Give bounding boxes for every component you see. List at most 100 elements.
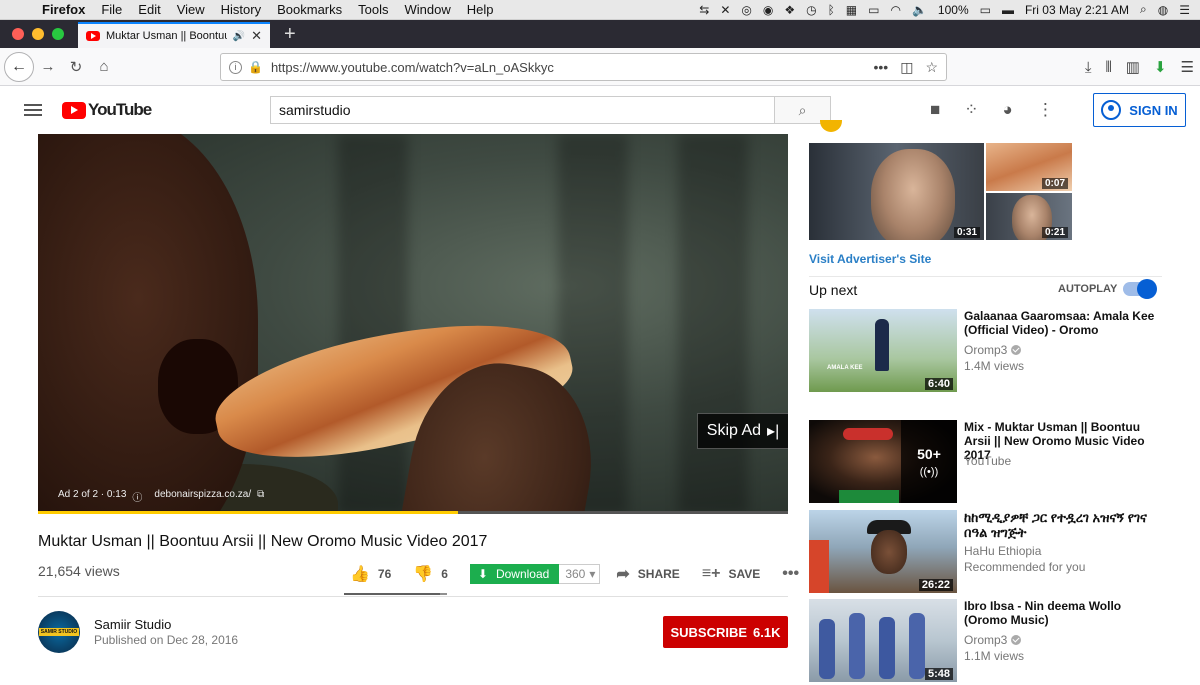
ad-url-link[interactable]: debonairspizza.co.za/ bbox=[154, 489, 251, 504]
messages-icon[interactable]: ◕ bbox=[1003, 100, 1013, 120]
menu-tools[interactable]: Tools bbox=[350, 2, 396, 17]
ad-info-icon[interactable]: ⓘ bbox=[132, 489, 142, 504]
mix-count: 50+ bbox=[917, 445, 941, 462]
siri-icon[interactable]: ◍ bbox=[1158, 3, 1168, 17]
like-button[interactable]: 👍 76 bbox=[350, 564, 391, 584]
ad-thumbnail-main[interactable]: 0:31 bbox=[809, 143, 984, 240]
youtube-logo[interactable]: YouTube bbox=[62, 100, 152, 120]
video-title[interactable]: ከከሚዲያዎቸ ጋር የተዷረገ አዝናኝ የገና በዓል ዝግጅት bbox=[964, 510, 1162, 540]
save-button[interactable]: ≡+ SAVE bbox=[702, 565, 760, 583]
menu-window[interactable]: Window bbox=[397, 2, 459, 17]
bookmark-star-icon[interactable]: ☆ bbox=[925, 59, 938, 76]
home-icon[interactable]: ⌂ bbox=[90, 58, 118, 75]
subscribe-label: SUBSCRIBE bbox=[670, 624, 748, 640]
video-title[interactable]: Galaanaa Gaaromsaa: Amala Kee (Official … bbox=[964, 309, 1162, 337]
video-channel: YouTube bbox=[964, 454, 1011, 468]
youtube-header: YouTube ⌕ ■ ⁘ ◕ ⋮ SIGN IN bbox=[0, 86, 1200, 134]
quality-select[interactable]: 360 ▾ bbox=[559, 564, 601, 584]
download-button[interactable]: ⬇ Download bbox=[469, 564, 560, 584]
notification-center-icon[interactable]: ☰ bbox=[1179, 3, 1190, 17]
toolbar-right: ⤓ ⫴ ▥ ⬇ ☰ bbox=[1085, 48, 1194, 86]
skip-next-icon: ▸| bbox=[767, 423, 780, 440]
menu-edit[interactable]: Edit bbox=[130, 2, 168, 17]
close-tab-button[interactable]: ✕ bbox=[251, 28, 262, 44]
time-machine-icon[interactable]: ◷ bbox=[806, 3, 816, 17]
ad-thumbnail-man[interactable]: 0:21 bbox=[986, 193, 1072, 240]
channel-name[interactable]: Samiir Studio bbox=[94, 617, 171, 632]
create-video-icon[interactable]: ■ bbox=[930, 100, 940, 120]
channel-avatar[interactable]: SAMIR STUDIO bbox=[38, 611, 80, 653]
menu-icon[interactable]: ☰ bbox=[1181, 58, 1194, 76]
menu-view[interactable]: View bbox=[169, 2, 213, 17]
search-input[interactable] bbox=[270, 96, 775, 124]
settings-more-icon[interactable]: ⋮ bbox=[1037, 100, 1054, 120]
like-ratio-bar bbox=[344, 593, 447, 595]
airdrop-icon[interactable]: ◉ bbox=[763, 3, 773, 17]
skip-ad-button[interactable]: Skip Ad ▸| bbox=[697, 413, 788, 449]
reload-icon[interactable]: ↻ bbox=[62, 58, 90, 76]
teamviewer-icon[interactable]: ⇆ bbox=[699, 3, 709, 17]
spotlight-search-icon[interactable]: ⌕ bbox=[1140, 2, 1147, 17]
list-item[interactable]: 5:48 Ibro Ibsa - Nin deema Wollo (Oromo … bbox=[809, 599, 1162, 685]
site-info-icon[interactable]: i bbox=[229, 60, 242, 74]
creative-cloud-icon[interactable]: ◎ bbox=[741, 3, 751, 17]
share-button[interactable]: ➦ SHARE bbox=[616, 564, 679, 584]
menu-bookmarks[interactable]: Bookmarks bbox=[269, 2, 350, 17]
apps-grid-icon[interactable]: ⁘ bbox=[964, 100, 978, 120]
tab-youtube-video[interactable]: Muktar Usman || Boontuu Arsii 🔊 ✕ bbox=[78, 22, 270, 48]
speaker-icon[interactable]: 🔊 bbox=[233, 31, 245, 42]
downloads-icon[interactable]: ⤓ bbox=[1085, 59, 1092, 76]
volume-icon[interactable]: 🔈 bbox=[912, 3, 927, 17]
video-thumbnail[interactable]: 5:48 bbox=[809, 599, 957, 682]
menu-file[interactable]: File bbox=[93, 2, 130, 17]
video-title: Muktar Usman || Boontuu Arsii || New Oro… bbox=[38, 533, 488, 550]
menu-history[interactable]: History bbox=[213, 2, 269, 17]
menu-app-firefox[interactable]: Firefox bbox=[34, 2, 93, 17]
visit-advertiser-link[interactable]: Visit Advertiser's Site bbox=[809, 252, 931, 266]
page-actions-icon[interactable]: ••• bbox=[873, 59, 888, 76]
menu-help[interactable]: Help bbox=[459, 2, 502, 17]
video-thumbnail[interactable]: 26:22 bbox=[809, 510, 957, 593]
bluetooth-icon[interactable]: ᛒ bbox=[828, 3, 835, 17]
video-title[interactable]: Ibro Ibsa - Nin deema Wollo (Oromo Music… bbox=[964, 599, 1162, 627]
guide-menu-icon[interactable] bbox=[24, 101, 42, 119]
pocket-icon[interactable]: ◫ bbox=[900, 59, 913, 76]
clock[interactable]: Fri 03 May 2:21 AM bbox=[1025, 3, 1129, 17]
flag-icon[interactable]: ▬ bbox=[1002, 3, 1014, 17]
wifi-icon[interactable]: ◠ bbox=[890, 3, 900, 17]
screen-icon[interactable]: ▭ bbox=[868, 3, 879, 17]
url-text[interactable]: https://www.youtube.com/watch?v=aLn_oASk… bbox=[271, 60, 874, 75]
list-item[interactable]: 26:22 ከከሚዲያዎቸ ጋር የተዷረገ አዝናኝ የገና በዓል ዝግጅት… bbox=[809, 510, 1162, 596]
list-item[interactable]: 50+ ((•)) Mix - Muktar Usman || Boontuu … bbox=[809, 420, 1162, 506]
autoplay-toggle[interactable] bbox=[1123, 279, 1157, 299]
external-link-icon[interactable]: ⧉ bbox=[257, 489, 264, 504]
list-item[interactable]: AMALA KEE 6:40 Galaanaa Gaaromsaa: Amala… bbox=[809, 309, 1162, 395]
playlist-add-icon: ≡+ bbox=[701, 565, 721, 582]
ad-thumbnail-pizza[interactable]: 0:07 bbox=[986, 143, 1072, 191]
dislike-button[interactable]: 👎 6 bbox=[413, 564, 448, 584]
video-thumbnail[interactable]: 50+ ((•)) bbox=[809, 420, 957, 503]
extension-download-icon[interactable]: ⬇ bbox=[1154, 58, 1167, 76]
video-player[interactable]: Skip Ad ▸| Ad 2 of 2 · 0:13 ⓘ debonairsp… bbox=[38, 134, 788, 514]
minimize-window-button[interactable] bbox=[32, 28, 44, 40]
video-thumbnail[interactable]: AMALA KEE 6:40 bbox=[809, 309, 957, 392]
address-bar[interactable]: i 🔒 https://www.youtube.com/watch?v=aLn_… bbox=[220, 53, 947, 81]
close-window-button[interactable] bbox=[12, 28, 24, 40]
more-actions-button[interactable]: ••• bbox=[782, 565, 799, 583]
sign-in-button[interactable]: SIGN IN bbox=[1093, 93, 1186, 127]
forward-button[interactable]: → bbox=[34, 58, 62, 75]
keyboard-icon[interactable]: ▦ bbox=[846, 3, 857, 17]
library-icon[interactable]: ⫴ bbox=[1105, 59, 1111, 76]
zoom-window-button[interactable] bbox=[52, 28, 64, 40]
dropbox-icon[interactable]: ❖ bbox=[784, 3, 795, 17]
thumbnail-text: AMALA KEE bbox=[827, 365, 863, 371]
ad-progress-bar[interactable] bbox=[38, 511, 788, 514]
ad-duration: 0:31 bbox=[953, 227, 980, 238]
battery-icon[interactable]: ▭ bbox=[980, 3, 991, 17]
tools-icon[interactable]: ✕ bbox=[720, 3, 730, 17]
subscribe-button[interactable]: SUBSCRIBE 6.1K bbox=[663, 616, 788, 648]
sidebar-icon[interactable]: ▥ bbox=[1126, 58, 1140, 76]
new-tab-button[interactable]: + bbox=[270, 23, 296, 46]
dancer bbox=[819, 619, 835, 679]
back-button[interactable]: ← bbox=[4, 51, 34, 82]
